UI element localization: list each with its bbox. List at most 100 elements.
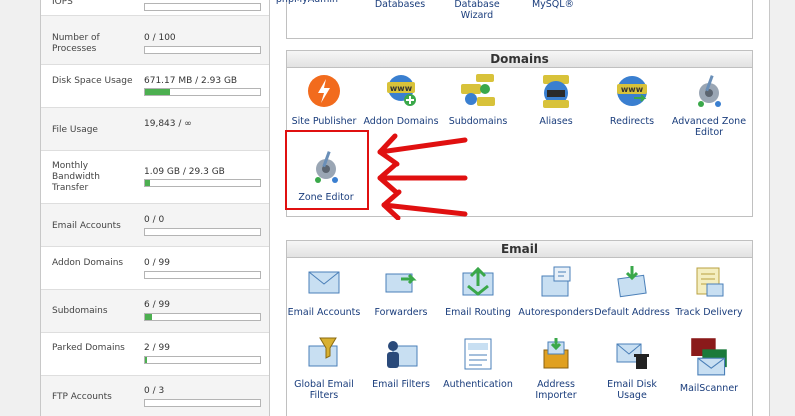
aliases-icon <box>543 75 569 108</box>
stat-label: FTP Accounts <box>52 392 112 402</box>
tile-label: Email Routing <box>445 307 511 318</box>
tile-label: Track Delivery <box>675 307 743 318</box>
stat-label: Addon Domains <box>52 258 124 268</box>
email-accounts-icon <box>308 271 340 294</box>
stat-label: IOPS <box>52 0 73 7</box>
tile-label: Forwarders <box>374 307 428 318</box>
forwarders-tile[interactable]: Forwarders <box>361 264 441 318</box>
autoresponders-icon <box>541 266 571 297</box>
track-delivery-tile[interactable]: Track Delivery <box>669 264 749 318</box>
usage-bar <box>144 356 261 364</box>
databases-link[interactable]: Databases <box>360 0 440 10</box>
addon-domains-tile[interactable]: www Addon Domains <box>361 73 441 127</box>
global-email-filters-tile[interactable]: Global Email Filters <box>284 336 364 401</box>
tile-label: Email Accounts <box>287 307 361 318</box>
stat-value: 19,843 / ∞ <box>144 119 192 129</box>
stat-label: Email Accounts <box>52 221 121 231</box>
stat-row-bandwidth: Monthly Bandwidth Transfer 1.09 GB / 29.… <box>41 151 269 204</box>
stat-label: Disk Space Usage <box>52 76 133 86</box>
tile-label: Email Disk Usage <box>607 379 657 401</box>
usage-bar <box>144 271 261 279</box>
tile-label: Default Address <box>594 307 670 318</box>
databases-panel: phpMyAdmin Databases Database Wizard MyS… <box>276 0 753 39</box>
svg-text:www: www <box>390 84 413 93</box>
email-panel: Email Email Accounts Forwarders Email Ro… <box>286 240 753 416</box>
stat-label: File Usage <box>52 125 98 135</box>
usage-bar <box>144 313 261 321</box>
usage-bar <box>144 46 261 54</box>
address-importer-icon <box>543 338 569 369</box>
stat-value: 6 / 99 <box>144 300 170 310</box>
authentication-tile[interactable]: Authentication <box>438 336 518 390</box>
stat-label: Subdomains <box>52 306 108 316</box>
stat-row-subdomains: Subdomains 6 / 99 <box>41 290 269 333</box>
global-email-filters-icon <box>308 337 338 367</box>
email-routing-tile[interactable]: Email Routing <box>438 264 518 318</box>
stat-value: 0 / 3 <box>144 386 165 396</box>
phpmyadmin-link[interactable]: phpMyAdmin <box>267 0 347 5</box>
addon-domains-icon: www <box>387 75 416 106</box>
autoresponders-tile[interactable]: Autoresponders <box>516 264 596 318</box>
redirects-icon: www <box>617 76 647 106</box>
tile-label: Global Email Filters <box>294 379 354 401</box>
usage-bar <box>144 3 261 11</box>
mailscanner-tile[interactable]: MailScanner <box>669 336 749 394</box>
tile-label: Aliases <box>539 116 573 127</box>
stat-row-email-accounts: Email Accounts 0 / 0 <box>41 204 269 247</box>
usage-bar <box>144 88 261 96</box>
mysql-link[interactable]: MySQL® <box>513 0 593 10</box>
track-delivery-icon <box>696 267 724 297</box>
email-accounts-tile[interactable]: Email Accounts <box>284 264 364 318</box>
advanced-zone-editor-tile[interactable]: Advanced Zone Editor <box>669 73 749 138</box>
tile-label: Addon Domains <box>363 116 439 127</box>
statistics-panel: IOPS Number of Processes 0 / 100 Disk Sp… <box>40 0 270 416</box>
stat-label: Monthly Bandwidth Transfer <box>52 161 100 193</box>
stat-value: 0 / 99 <box>144 258 170 268</box>
stat-row-file-usage: File Usage 19,843 / ∞ <box>41 108 269 151</box>
stat-row-ftp-accounts: FTP Accounts 0 / 3 <box>41 376 269 416</box>
site-publisher-tile[interactable]: Site Publisher <box>284 73 364 127</box>
stat-value: 671.17 MB / 2.93 GB <box>144 76 238 86</box>
stat-label: Number of Processes <box>52 33 100 54</box>
tile-label: Subdomains <box>448 116 508 127</box>
redirects-tile[interactable]: www Redirects <box>592 73 672 127</box>
email-filters-tile[interactable]: Email Filters <box>361 336 441 390</box>
tile-label: Autoresponders <box>518 307 594 318</box>
authentication-icon <box>464 338 492 370</box>
subdomains-tile[interactable]: Subdomains <box>438 73 518 127</box>
stat-row-disk-space: Disk Space Usage 671.17 MB / 2.93 GB <box>41 65 269 108</box>
stat-value: 0 / 100 <box>144 33 176 43</box>
red-arrows-annotation <box>377 133 468 220</box>
tile-label: Advanced Zone Editor <box>671 116 747 138</box>
database-wizard-label: Database Wizard <box>454 0 500 21</box>
email-panel-title: Email <box>287 241 752 258</box>
stat-row-parked-domains: Parked Domains 2 / 99 <box>41 333 269 376</box>
site-publisher-icon <box>308 75 340 107</box>
database-wizard-link[interactable]: Database Wizard <box>437 0 517 21</box>
email-routing-icon <box>462 266 494 296</box>
usage-bar <box>144 228 261 236</box>
forwarders-icon <box>385 273 417 293</box>
default-address-tile[interactable]: Default Address <box>592 264 672 318</box>
stat-label: Parked Domains <box>52 343 125 353</box>
advanced-zone-editor-icon <box>698 75 721 107</box>
address-importer-tile[interactable]: Address Importer <box>516 336 596 401</box>
mailscanner-icon <box>691 338 727 376</box>
email-disk-usage-icon <box>616 343 649 369</box>
aliases-tile[interactable]: Aliases <box>516 73 596 127</box>
subdomains-icon <box>461 74 495 106</box>
stat-row-iops: IOPS <box>41 0 269 16</box>
tile-label: Address Importer <box>535 379 577 401</box>
tile-label: Site Publisher <box>291 116 357 127</box>
tile-label: Email Filters <box>372 379 430 390</box>
tile-label: MailScanner <box>679 383 739 394</box>
zone-editor-highlight <box>285 130 369 210</box>
stat-row-addon-domains: Addon Domains 0 / 99 <box>41 247 269 290</box>
tile-label: Authentication <box>443 379 513 390</box>
stat-value: 0 / 0 <box>144 215 165 225</box>
stat-value: 2 / 99 <box>144 343 170 353</box>
default-address-icon <box>617 266 647 298</box>
usage-bar <box>144 399 261 407</box>
email-disk-usage-tile[interactable]: Email Disk Usage <box>592 336 672 401</box>
svg-text:www: www <box>621 85 644 94</box>
